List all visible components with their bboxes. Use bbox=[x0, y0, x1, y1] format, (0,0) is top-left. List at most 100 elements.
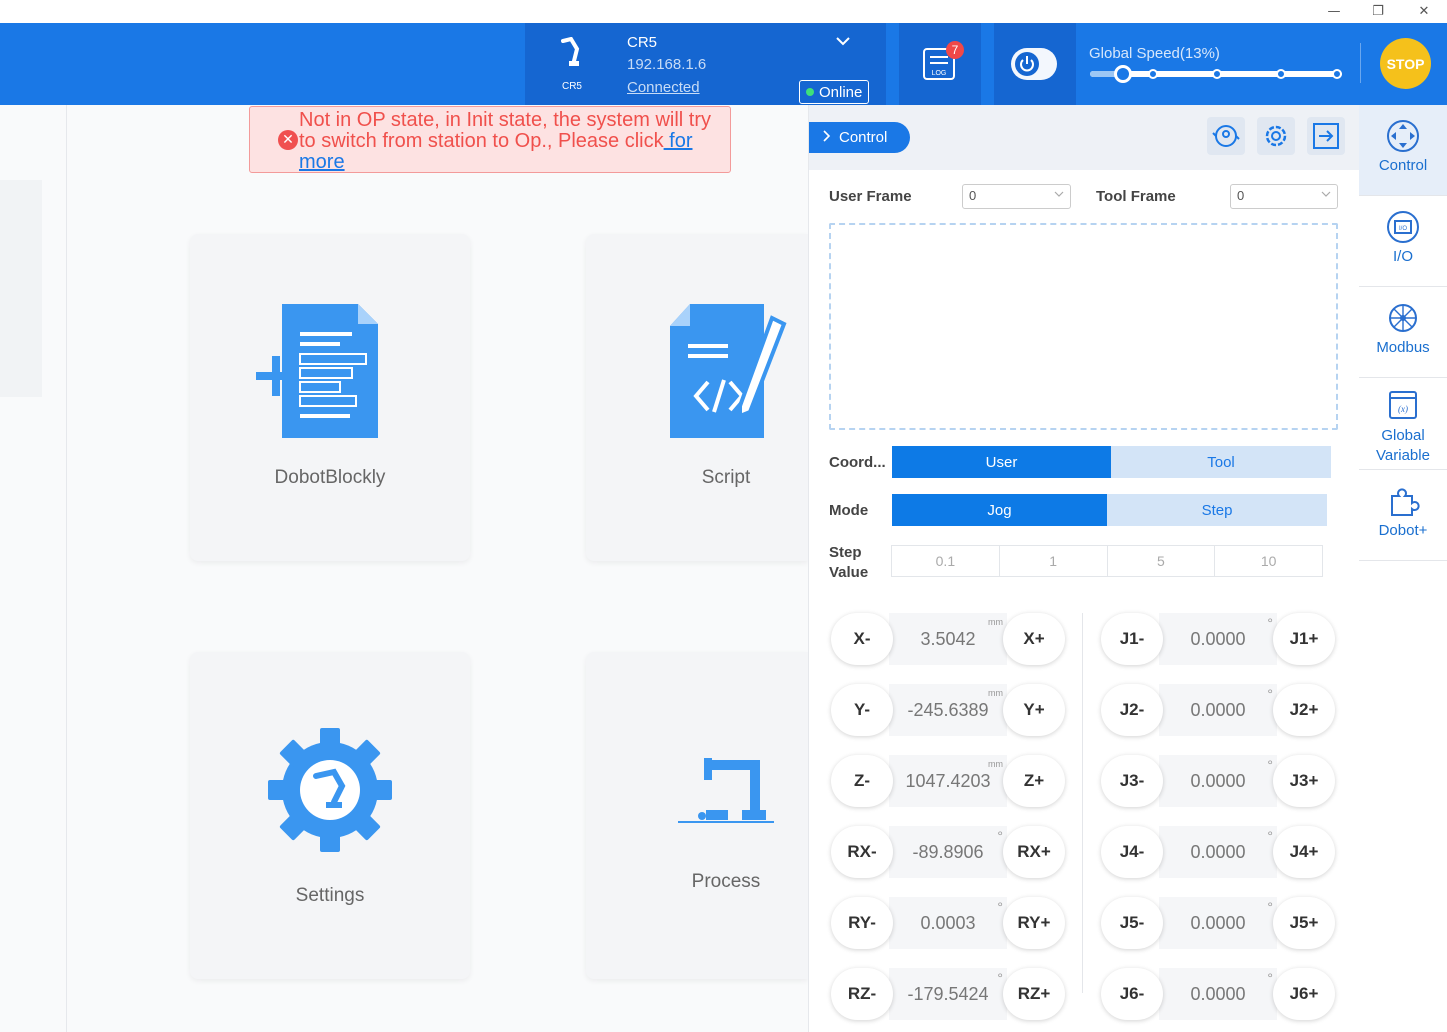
jog-value: 1047.4203 mm bbox=[889, 755, 1007, 807]
puzzle-icon bbox=[1391, 488, 1420, 516]
mode-step-button[interactable]: Step bbox=[1107, 494, 1327, 526]
jog-minus-button[interactable]: J2- bbox=[1101, 684, 1163, 736]
minimize-button[interactable]: — bbox=[1311, 0, 1357, 23]
nav-label-io: I/O bbox=[1392, 248, 1413, 265]
jog-minus-button[interactable]: RX- bbox=[831, 826, 893, 878]
step-option[interactable]: 1 bbox=[1000, 546, 1108, 576]
jog-minus-button[interactable]: Z- bbox=[831, 755, 893, 807]
jog-value: 0.0000 ° bbox=[1159, 897, 1277, 949]
nav-item-global-variable[interactable]: (x) Global Variable bbox=[1359, 378, 1447, 470]
emergency-stop-button[interactable]: STOP bbox=[1380, 38, 1431, 89]
robot-arm-icon: CR5 bbox=[547, 37, 597, 92]
log-button[interactable]: LOG 7 bbox=[899, 23, 981, 105]
enable-toggle[interactable] bbox=[994, 23, 1076, 105]
jog-plus-button[interactable]: J2+ bbox=[1273, 684, 1335, 736]
restore-button[interactable]: ❐ bbox=[1355, 0, 1401, 23]
locate-icon bbox=[1212, 125, 1240, 147]
speed-tick bbox=[1212, 69, 1222, 79]
connection-link[interactable]: Connected bbox=[627, 79, 700, 96]
nav-item-dobot-plus[interactable]: Dobot+ bbox=[1359, 470, 1447, 561]
tool-frame-select[interactable]: 0 bbox=[1230, 184, 1338, 209]
jog-value-text: 0.0000 bbox=[1190, 983, 1246, 1004]
jog-plus-button[interactable]: X+ bbox=[1003, 613, 1065, 665]
jog-value-text: 3.5042 bbox=[920, 628, 976, 649]
nav-item-modbus[interactable]: Modbus bbox=[1359, 287, 1447, 378]
joint-jog-row: J5- 0.0000 ° J5+ bbox=[1101, 897, 1335, 949]
online-dot-icon bbox=[806, 88, 814, 96]
jog-value: 0.0000 ° bbox=[1159, 684, 1277, 736]
control-tab[interactable]: Control bbox=[809, 122, 910, 153]
jog-minus-button[interactable]: RY- bbox=[831, 897, 893, 949]
step-option[interactable]: 5 bbox=[1108, 546, 1216, 576]
jog-minus-button[interactable]: J3- bbox=[1101, 755, 1163, 807]
control-panel: Control User Frame 0 Tool Frame 0 Coord.… bbox=[808, 105, 1360, 1032]
status-badge: Online bbox=[799, 80, 870, 104]
locate-button[interactable] bbox=[1207, 117, 1245, 155]
jog-plus-button[interactable]: RY+ bbox=[1003, 897, 1065, 949]
jog-plus-button[interactable]: RX+ bbox=[1003, 826, 1065, 878]
tool-frame-value: 0 bbox=[1237, 188, 1245, 203]
robot-model-small: CR5 bbox=[561, 81, 582, 92]
nav-item-io[interactable]: I/O I/O bbox=[1359, 196, 1447, 287]
close-button[interactable]: ✕ bbox=[1401, 0, 1447, 23]
jog-plus-button[interactable]: J4+ bbox=[1273, 826, 1335, 878]
jog-value: 3.5042 mm bbox=[889, 613, 1007, 665]
robot-selector[interactable]: CR5 CR5 192.168.1.6 Connected Online bbox=[525, 23, 886, 105]
jog-plus-button[interactable]: J5+ bbox=[1273, 897, 1335, 949]
view-3d-area[interactable] bbox=[829, 223, 1338, 430]
nav-label-modbus: Modbus bbox=[1376, 339, 1430, 356]
gear-icon bbox=[1265, 125, 1287, 147]
cartesian-jog-row: RZ- -179.5424 ° RZ+ bbox=[831, 968, 1065, 1020]
jog-minus-button[interactable]: J4- bbox=[1101, 826, 1163, 878]
global-speed-slider[interactable] bbox=[1090, 65, 1342, 83]
step-option[interactable]: 0.1 bbox=[892, 546, 1000, 576]
jog-value: -245.6389 mm bbox=[889, 684, 1007, 736]
jog-plus-button[interactable]: J1+ bbox=[1273, 613, 1335, 665]
jog-plus-button[interactable]: Y+ bbox=[1003, 684, 1065, 736]
io-icon: I/O bbox=[1387, 211, 1419, 243]
card-process[interactable]: Process bbox=[586, 652, 808, 979]
jog-value-text: 0.0000 bbox=[1190, 912, 1246, 933]
window-titlebar: — ❐ ✕ bbox=[0, 0, 1447, 23]
error-icon: ✕ bbox=[278, 130, 298, 150]
move-control-icon bbox=[1387, 120, 1419, 152]
jog-unit: ° bbox=[1267, 615, 1273, 631]
jog-unit: mm bbox=[988, 759, 1003, 769]
jog-plus-button[interactable]: J6+ bbox=[1273, 968, 1335, 1020]
jog-value-text: 0.0000 bbox=[1190, 770, 1246, 791]
chevron-down-icon[interactable] bbox=[835, 33, 851, 49]
step-option[interactable]: 10 bbox=[1215, 546, 1322, 576]
jog-unit: ° bbox=[997, 899, 1003, 915]
jog-unit: ° bbox=[1267, 899, 1273, 915]
user-frame-value: 0 bbox=[969, 188, 977, 203]
card-settings[interactable]: Settings bbox=[190, 652, 470, 979]
jog-minus-button[interactable]: J1- bbox=[1101, 613, 1163, 665]
joint-jog-row: J1- 0.0000 ° J1+ bbox=[1101, 613, 1335, 665]
control-settings-button[interactable] bbox=[1257, 117, 1295, 155]
jog-plus-button[interactable]: RZ+ bbox=[1003, 968, 1065, 1020]
jog-plus-button[interactable]: J3+ bbox=[1273, 755, 1335, 807]
jog-plus-button[interactable]: Z+ bbox=[1003, 755, 1065, 807]
collapse-panel-button[interactable] bbox=[1307, 117, 1345, 155]
jog-value-text: 0.0000 bbox=[1190, 628, 1246, 649]
jog-minus-button[interactable]: J6- bbox=[1101, 968, 1163, 1020]
user-frame-select[interactable]: 0 bbox=[962, 184, 1071, 209]
jog-minus-button[interactable]: J5- bbox=[1101, 897, 1163, 949]
coord-toggle: User Tool bbox=[892, 446, 1331, 478]
nav-item-control[interactable]: Control bbox=[1359, 105, 1447, 196]
jog-minus-button[interactable]: X- bbox=[831, 613, 893, 665]
jog-minus-button[interactable]: RZ- bbox=[831, 968, 893, 1020]
card-dobotblockly[interactable]: DobotBlockly bbox=[190, 234, 470, 561]
speed-slider-thumb[interactable] bbox=[1114, 65, 1132, 83]
cartesian-jog-row: Z- 1047.4203 mm Z+ bbox=[831, 755, 1065, 807]
coord-tool-button[interactable]: Tool bbox=[1111, 446, 1331, 478]
left-sidebar-strip bbox=[0, 180, 42, 397]
jog-value-text: -245.6389 bbox=[907, 699, 989, 720]
mode-jog-button[interactable]: Jog bbox=[892, 494, 1107, 526]
jog-minus-button[interactable]: Y- bbox=[831, 684, 893, 736]
coord-user-button[interactable]: User bbox=[892, 446, 1111, 478]
robot-name: CR5 bbox=[627, 34, 658, 51]
card-script[interactable]: Script bbox=[586, 234, 808, 561]
modbus-icon bbox=[1389, 304, 1417, 332]
step-value-options: 0.1 1 5 10 bbox=[891, 545, 1323, 577]
